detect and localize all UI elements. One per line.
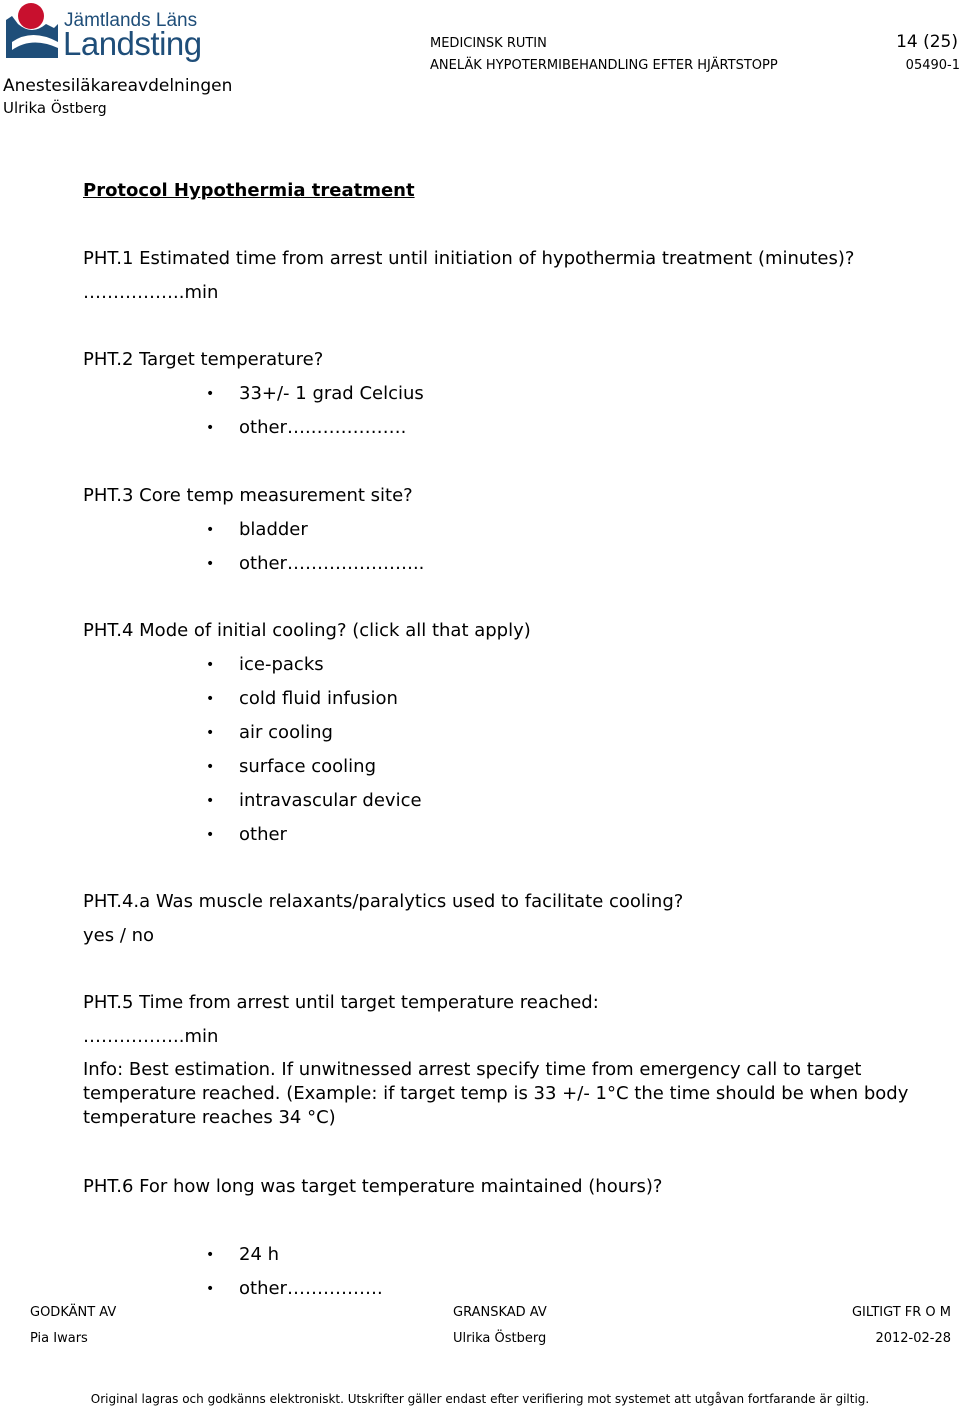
section-title: Protocol Hypothermia treatment <box>83 180 415 201</box>
document-type: MEDICINSK RUTIN <box>430 36 547 51</box>
option-label: 24 h <box>239 1244 280 1265</box>
option-label: other….……………. <box>239 417 407 438</box>
bullet-icon: • <box>206 759 215 775</box>
approved-by-value: Pia Iwars <box>30 1331 88 1346</box>
logo-text-line2: Landsting <box>63 25 202 62</box>
option-label: 33+/- 1 grad Celcius <box>239 383 424 404</box>
bullet-icon: • <box>206 793 215 809</box>
bullet-icon: • <box>206 522 215 538</box>
author-name: Ulrika Östberg <box>3 99 107 117</box>
bullet-icon: • <box>206 386 215 402</box>
question-pht5: PHT.5 Time from arrest until target temp… <box>83 992 599 1013</box>
question-pht1: PHT.1 Estimated time from arrest until i… <box>83 248 855 269</box>
reviewed-by-value: Ulrika Östberg <box>453 1331 547 1346</box>
option-label: other……………. <box>239 1278 383 1299</box>
bullet-icon: • <box>206 556 215 572</box>
bullet-icon: • <box>206 725 215 741</box>
answer-pht4a: yes / no <box>83 925 155 946</box>
bullet-icon: • <box>206 691 215 707</box>
question-pht3: PHT.3 Core temp measurement site? <box>83 485 413 506</box>
reviewed-by-label: GRANSKAD AV <box>453 1305 547 1320</box>
document-number: 05490-1 <box>905 58 960 73</box>
valid-from-label: GILTIGT FR O M <box>851 1305 951 1320</box>
info-note-pht5: Info: Best estimation. If unwitnessed ar… <box>83 1059 909 1128</box>
document-title: ANELÄK HYPOTERMIBEHANDLING EFTER HJÄRTST… <box>430 58 778 73</box>
bullet-icon: • <box>206 657 215 673</box>
option-label: surface cooling <box>239 756 377 777</box>
department-name: Anestesiläkareavdelningen <box>3 76 233 96</box>
option-label: other <box>239 824 287 845</box>
option-label: intravascular device <box>239 790 422 811</box>
question-pht2: PHT.2 Target temperature? <box>83 349 324 370</box>
option-label: air cooling <box>239 722 333 743</box>
page-number: 14 (25) <box>896 32 958 52</box>
question-pht4: PHT.4 Mode of initial cooling? (click al… <box>83 620 531 641</box>
landsting-logo-icon <box>6 3 58 58</box>
option-label: cold fluid infusion <box>239 688 398 709</box>
bullet-icon: • <box>206 1281 215 1297</box>
footer-disclaimer: Original lagras och godkänns elektronisk… <box>90 1392 870 1406</box>
bullet-icon: • <box>206 827 215 843</box>
option-label: ice-packs <box>239 654 324 675</box>
answer-pht5: ……………..min <box>83 1026 219 1047</box>
option-label: bladder <box>239 519 308 540</box>
author-last-name: Östberg <box>50 101 107 117</box>
approved-by-label: GODKÄNT AV <box>30 1305 117 1320</box>
bullet-icon: • <box>206 420 215 436</box>
option-label: other………………….. <box>239 553 425 574</box>
answer-pht1: ……………..min <box>83 282 219 303</box>
question-pht6: PHT.6 For how long was target temperatur… <box>83 1176 663 1197</box>
bullet-icon: • <box>206 1247 215 1263</box>
valid-from-value: 2012-02-28 <box>875 1331 951 1346</box>
author-first-name: Ulrika <box>3 99 47 117</box>
question-pht4a: PHT.4.a Was muscle relaxants/paralytics … <box>83 891 684 912</box>
